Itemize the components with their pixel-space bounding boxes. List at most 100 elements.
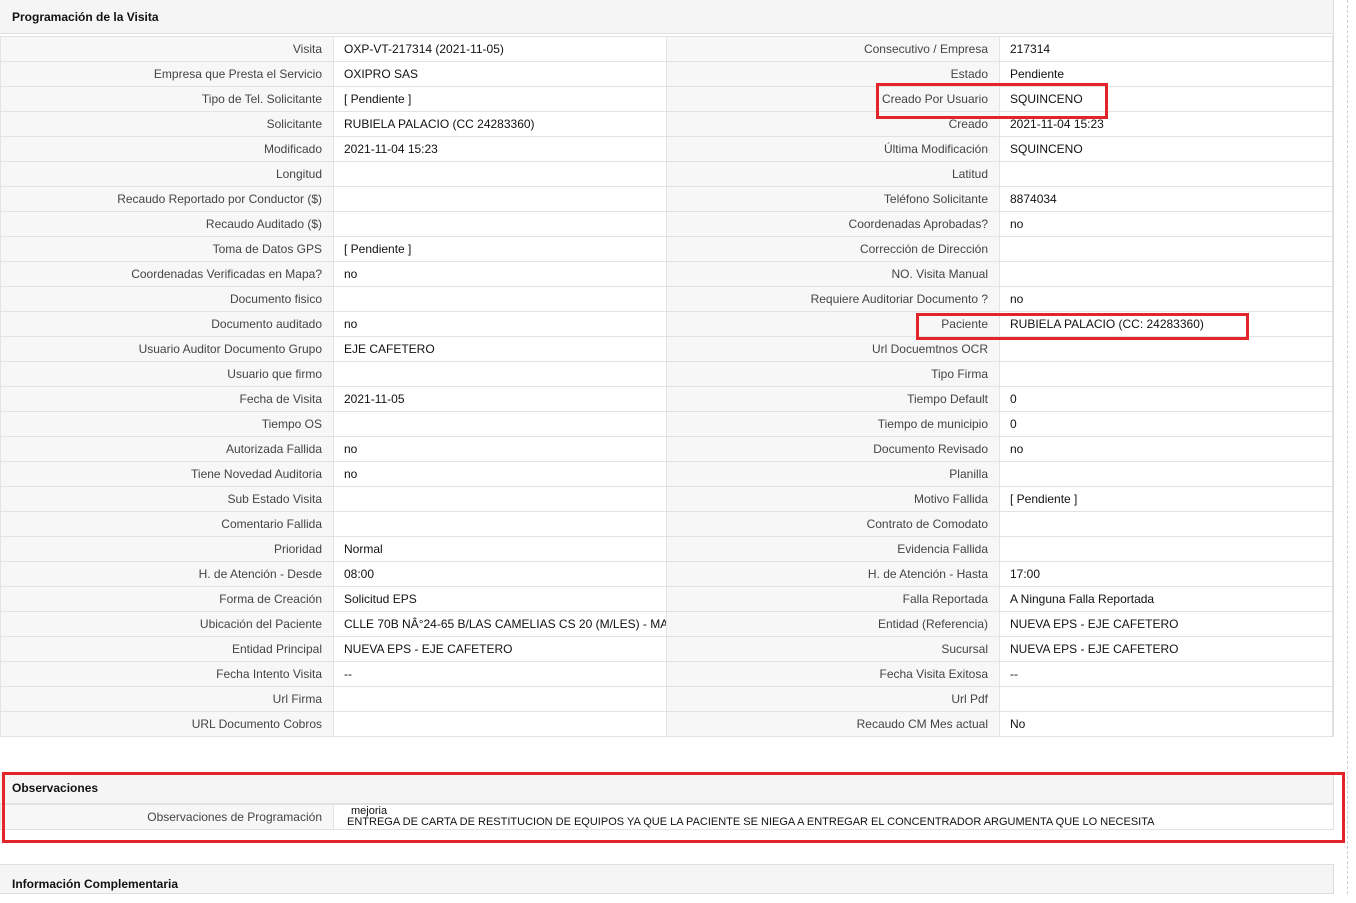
field-value [333,411,667,437]
field-label: Motivo Fallida [666,486,1000,512]
field-label: Url Firma [0,686,334,712]
field-value [999,336,1333,362]
field-label: Recaudo CM Mes actual [666,711,1000,737]
field-value: -- [999,661,1333,687]
field-label: Fecha de Visita [0,386,334,412]
field-value: SQUINCENO [999,136,1333,162]
field-label: Tipo de Tel. Solicitante [0,86,334,112]
observaciones-label: Observaciones de Programación [0,804,334,830]
field-label: Coordenadas Verificadas en Mapa? [0,261,334,287]
field-label: Recaudo Auditado ($) [0,211,334,237]
field-value: EJE CAFETERO [333,336,667,362]
field-label: Prioridad [0,536,334,562]
field-value [999,261,1333,287]
field-label: Evidencia Fallida [666,536,1000,562]
table-row: Tiene Novedad Auditoria no Planilla [0,461,1333,487]
field-value [999,686,1333,712]
observaciones-title: Observaciones [0,774,1333,804]
field-value: no [333,261,667,287]
field-label: Tipo Firma [666,361,1000,387]
field-label: Tiempo de municipio [666,411,1000,437]
field-label: Sucursal [666,636,1000,662]
field-label: Forma de Creación [0,586,334,612]
field-value [333,361,667,387]
field-value: no [333,311,667,337]
field-label: Coordenadas Aprobadas? [666,211,1000,237]
programacion-title: Programación de la Visita [0,0,1333,34]
field-label: Recaudo Reportado por Conductor ($) [0,186,334,212]
field-label: Tiene Novedad Auditoria [0,461,334,487]
field-value [333,686,667,712]
field-value [333,711,667,737]
field-label: Consecutivo / Empresa [666,36,1000,62]
field-value [999,236,1333,262]
field-label: Ubicación del Paciente [0,611,334,637]
field-value: 2021-11-04 15:23 [333,136,667,162]
table-row: Toma de Datos GPS[ Pendiente ] Corrección… [0,236,1333,262]
field-label: Estado [666,61,1000,87]
field-value [999,161,1333,187]
field-value: No [999,711,1333,737]
programacion-table: Visita OXP-VT-217314 (2021-11-05) Consecut… [0,36,1333,737]
field-label: Longitud [0,161,334,187]
field-label: Url Pdf [666,686,1000,712]
table-row: Visita OXP-VT-217314 (2021-11-05) Consecut… [0,36,1333,62]
programacion-panel: Programación de la Visita Visita OXP-VT-2… [0,0,1334,737]
table-row: Documento auditado no Paciente RUBIELA PAL… [0,311,1333,337]
observaciones-row: Observaciones de Programación mejoria EN… [0,804,1334,830]
field-value: A Ninguna Falla Reportada [999,586,1333,612]
field-value: no [999,286,1333,312]
field-label: URL Documento Cobros [0,711,334,737]
field-value: no [333,436,667,462]
field-label: Creado Por Usuario [666,86,1000,112]
field-label: Sub Estado Visita [0,486,334,512]
field-value [999,361,1333,387]
field-value: RUBIELA PALACIO (CC: 24283360) [999,311,1333,337]
field-value: Normal [333,536,667,562]
field-label: Modificado [0,136,334,162]
table-row: Prioridad Normal Evidencia Fallida [0,536,1333,562]
table-row: Documento fisico Requiere Auditoriar Docu… [0,286,1333,312]
field-label: Fecha Visita Exitosa [666,661,1000,687]
field-value: 17:00 [999,561,1333,587]
table-row: Tipo de Tel. Solicitante[ Pendiente ] Cre… [0,86,1333,112]
field-value: Solicitud EPS [333,586,667,612]
field-label: Teléfono Solicitante [666,186,1000,212]
table-row: Solicitante RUBIELA PALACIO (CC 24283360)… [0,111,1333,137]
table-row: Sub Estado Visita Motivo Fallida[ Pendien… [0,486,1333,512]
table-row: H. de Atención - Desde 08:00 H. de Atenció… [0,561,1333,587]
field-value: 8874034 [999,186,1333,212]
field-label: H. de Atención - Hasta [666,561,1000,587]
page-edge-divider [1347,0,1348,894]
observaciones-line-2: ENTREGA DE CARTA DE RESTITUCION DE EQUIP… [347,816,1155,828]
field-label: Creado [666,111,1000,137]
field-label: Requiere Auditoriar Documento ? [666,286,1000,312]
field-label: Solicitante [0,111,334,137]
observaciones-table: Observaciones de Programación mejoria EN… [0,804,1334,830]
table-row: Tiempo OS Tiempo de municipio 0 [0,411,1333,437]
field-value [333,161,667,187]
field-label: Usuario Auditor Documento Grupo [0,336,334,362]
field-label: Entidad Principal [0,636,334,662]
field-value: no [999,436,1333,462]
field-label: Documento Revisado [666,436,1000,462]
table-row: Usuario que firmo Tipo Firma [0,361,1333,387]
field-value [333,286,667,312]
field-value: NUEVA EPS - EJE CAFETERO [333,636,667,662]
field-value: [ Pendiente ] [333,86,667,112]
field-label: Latitud [666,161,1000,187]
field-value: [ Pendiente ] [999,486,1333,512]
field-label: Documento fisico [0,286,334,312]
field-label: Tiempo Default [666,386,1000,412]
field-value: 217314 [999,36,1333,62]
table-row: Fecha de Visita 2021-11-05 Tiempo Default… [0,386,1333,412]
field-label: Usuario que firmo [0,361,334,387]
table-row: Fecha Intento Visita -- Fecha Visita Exit… [0,661,1333,687]
observaciones-panel: Observaciones Observaciones de Programac… [0,774,1334,830]
field-label: Contrato de Comodato [666,511,1000,537]
field-value [333,211,667,237]
field-label: H. de Atención - Desde [0,561,334,587]
field-value [999,461,1333,487]
field-label: Autorizada Fallida [0,436,334,462]
complementaria-title: Información Complementaria [0,864,1333,894]
